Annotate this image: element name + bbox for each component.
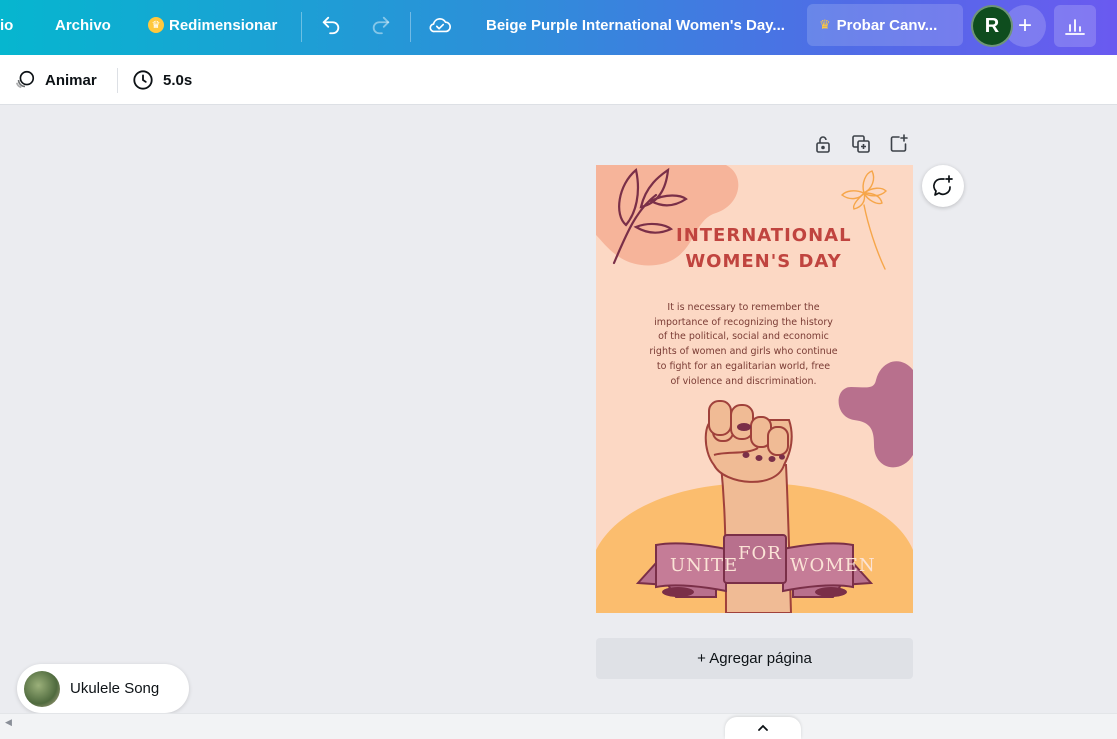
chevron-up-icon bbox=[758, 724, 768, 731]
duplicate-page-button[interactable] bbox=[850, 133, 872, 155]
try-pro-button[interactable]: ♛ Probar Canv... bbox=[807, 4, 963, 46]
insights-button[interactable] bbox=[1054, 5, 1096, 47]
lock-button[interactable] bbox=[812, 133, 834, 155]
poster-title-line2[interactable]: WOMEN'S DAY bbox=[676, 251, 851, 272]
poster-body-text[interactable]: It is necessary to remember the importan… bbox=[641, 301, 846, 389]
audio-track-chip[interactable]: Ukulele Song bbox=[17, 664, 189, 713]
raised-fist-illustration bbox=[704, 400, 793, 483]
design-title-text: Beige Purple International Women's Day..… bbox=[486, 16, 785, 34]
ribbon-text-center[interactable]: FOR bbox=[738, 543, 782, 564]
expand-pages-button[interactable] bbox=[725, 717, 801, 739]
add-comment-button[interactable] bbox=[922, 165, 964, 207]
poster-body-line: of violence and discrimination. bbox=[670, 375, 817, 387]
animate-button[interactable]: Animar bbox=[14, 55, 97, 105]
clock-icon bbox=[133, 70, 153, 90]
redo-icon bbox=[372, 16, 390, 35]
poster-body-line: of the political, social and economic bbox=[658, 331, 829, 343]
poster-body-line: rights of women and girls who continue bbox=[649, 346, 838, 358]
audio-thumbnail bbox=[24, 670, 60, 707]
ribbon-shadow-left bbox=[662, 587, 694, 597]
divider bbox=[301, 12, 302, 42]
comment-add-icon bbox=[933, 175, 953, 196]
add-page-icon bbox=[890, 134, 908, 152]
editor-top-bar: io Archivo ♛ Redimensionar Beige Purple … bbox=[0, 0, 1117, 55]
undo-icon bbox=[322, 16, 340, 35]
ribbon-text-right[interactable]: WOMEN bbox=[790, 555, 876, 576]
purple-blob-shape bbox=[838, 361, 913, 468]
duration-label: 5.0s bbox=[163, 71, 193, 89]
duplicate-icon bbox=[852, 135, 870, 153]
try-pro-label: Probar Canv... bbox=[836, 16, 938, 34]
animate-label: Animar bbox=[45, 71, 97, 89]
poster-body-line: It is necessary to remember the bbox=[667, 302, 820, 313]
animate-icon bbox=[15, 70, 35, 89]
divider bbox=[410, 12, 411, 42]
design-title[interactable]: Beige Purple International Women's Day..… bbox=[486, 0, 785, 50]
redo-button[interactable] bbox=[370, 0, 392, 50]
unlock-icon bbox=[816, 136, 830, 153]
add-page-icon-button[interactable] bbox=[888, 133, 910, 155]
poster-body-line: to fight for an egalitarian world, free bbox=[656, 360, 831, 372]
undo-button[interactable] bbox=[320, 0, 342, 50]
add-page-label: + Agregar página bbox=[697, 650, 812, 667]
ribbon-text-left[interactable]: UNITE bbox=[670, 555, 738, 576]
bar-chart-icon bbox=[1065, 19, 1085, 35]
design-page[interactable]: INTERNATIONAL WOMEN'S DAY It is necessar… bbox=[596, 165, 913, 613]
poster-title-line1[interactable]: INTERNATIONAL bbox=[676, 225, 851, 246]
home-label: io bbox=[0, 16, 14, 34]
resize-button[interactable]: ♛ Redimensionar bbox=[148, 0, 277, 50]
ribbon-shadow-right bbox=[815, 587, 847, 597]
save-status-button[interactable] bbox=[428, 0, 452, 50]
horizontal-scrollbar[interactable]: ◀ bbox=[0, 713, 1117, 739]
avatar-initial: R bbox=[984, 14, 1000, 37]
poster-body-line: importance of recognizing the history bbox=[654, 316, 833, 328]
audio-track-name: Ukulele Song bbox=[70, 680, 160, 697]
resize-label: Redimensionar bbox=[169, 16, 278, 34]
file-menu-button[interactable]: Archivo bbox=[55, 0, 111, 50]
file-label: Archivo bbox=[55, 16, 111, 34]
scroll-left-arrow-icon[interactable]: ◀ bbox=[5, 717, 12, 728]
home-button[interactable]: io bbox=[0, 0, 13, 50]
divider bbox=[117, 68, 118, 93]
context-toolbar: Animar 5.0s bbox=[0, 55, 1117, 105]
plus-icon: + bbox=[1017, 12, 1032, 39]
duration-button[interactable]: 5.0s bbox=[132, 55, 192, 105]
add-page-button[interactable]: + Agregar página bbox=[596, 638, 913, 679]
crown-icon: ♛ bbox=[148, 17, 164, 33]
crown-icon: ♛ bbox=[819, 17, 831, 32]
avatar[interactable]: R bbox=[971, 5, 1013, 47]
cloud-check-icon bbox=[429, 18, 451, 33]
